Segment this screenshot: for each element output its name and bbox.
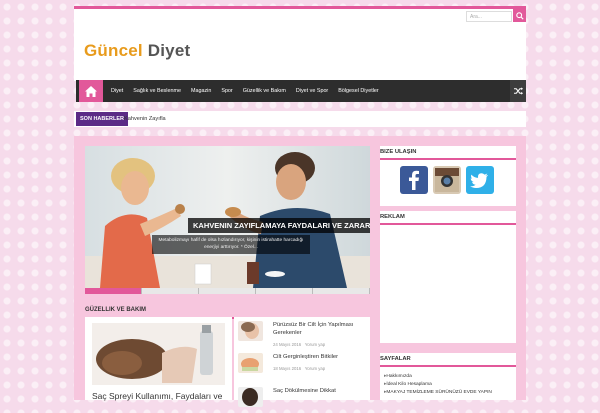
instagram-icon xyxy=(435,168,459,192)
featured-post[interactable]: Saç Spreyi Kullanımı, Faydaları ve xyxy=(85,317,232,401)
nav-item-bolgesel[interactable]: Bölgesel Diyetler xyxy=(333,80,383,102)
list-item[interactable]: Saç Dökülmesine Dikkat xyxy=(238,387,366,413)
facebook-icon xyxy=(409,170,419,190)
post-meta: 18 Mayıs 2016 Yorum yap xyxy=(273,366,325,371)
home-icon xyxy=(85,85,97,97)
post-date: 24 Mayıs 2016 xyxy=(273,342,302,347)
breaking-news-bar: Son Haberler Kahvenin Zayıfla xyxy=(74,111,526,127)
pages-list: Hakkımızda İdeal Kilo Hesaplama MAKYAJ T… xyxy=(384,373,492,397)
logo-part-2: Diyet xyxy=(147,41,191,60)
nav-item-spor[interactable]: Spor xyxy=(216,80,237,102)
top-bar: Ara... xyxy=(74,6,526,25)
breaking-news-link[interactable]: Kahvenin Zayıfla xyxy=(124,111,166,127)
list-item[interactable]: Cilt Gerginleştiren Bitkiler 18 Mayıs 20… xyxy=(238,353,366,379)
widget-title: Bize Ulaşın xyxy=(380,146,516,160)
ads-widget: Reklam xyxy=(380,211,516,343)
twitter-icon xyxy=(470,173,488,188)
list-item[interactable]: Pürüzsüz Bir Cilt İçin Yapılması Gereken… xyxy=(238,321,366,347)
widget-title: Reklam xyxy=(380,211,516,225)
search-button[interactable] xyxy=(513,9,526,22)
instagram-button[interactable] xyxy=(433,166,461,194)
slider-dot[interactable] xyxy=(313,288,370,294)
search-input[interactable]: Ara... xyxy=(466,11,512,22)
nav-item-diyet[interactable]: Diyet xyxy=(106,80,128,102)
home-button[interactable] xyxy=(79,80,103,102)
site-header: Güncel Diyet xyxy=(74,25,526,81)
main-nav: Diyet Sağlık ve Beslenme Magazin Spor Gü… xyxy=(76,80,526,102)
facebook-button[interactable] xyxy=(400,166,428,194)
post-comments[interactable]: Yorum yap xyxy=(305,366,325,371)
nav-item-saglik[interactable]: Sağlık ve Beslenme xyxy=(128,80,186,102)
twitter-button[interactable] xyxy=(466,166,494,194)
site-logo[interactable]: Güncel Diyet xyxy=(84,41,190,61)
featured-slider[interactable]: Kahvenin Zayıflamaya Faydaları ve Zararl… xyxy=(85,146,370,294)
breaking-news-label: Son Haberler xyxy=(76,112,129,126)
post-comments[interactable]: Yorum yap xyxy=(305,342,325,347)
featured-post-image[interactable] xyxy=(92,323,225,385)
widget-title: Sayfalar xyxy=(380,353,516,367)
post-thumbnail[interactable] xyxy=(238,353,263,373)
post-thumbnail[interactable] xyxy=(238,321,263,341)
post-thumbnail[interactable] xyxy=(238,387,263,407)
logo-part-1: Güncel xyxy=(84,41,143,60)
post-list: Pürüzsüz Bir Cilt İçin Yapılması Gereken… xyxy=(234,317,370,407)
slider-pager xyxy=(85,288,370,294)
slider-dot[interactable] xyxy=(85,288,142,294)
shuffle-icon xyxy=(513,87,523,95)
slider-description: Metabolizmayı hafif de olsa hızlandırıyo… xyxy=(152,235,310,254)
slider-dot[interactable] xyxy=(142,288,199,294)
post-title[interactable]: Cilt Gerginleştiren Bitkiler xyxy=(273,353,365,361)
nav-item-guzellik[interactable]: Güzellik ve Bakım xyxy=(238,80,291,102)
post-date: 18 Mayıs 2016 xyxy=(273,366,302,371)
slider-image[interactable] xyxy=(85,146,370,288)
social-widget: Bize Ulaşın xyxy=(380,146,516,206)
slider-dot[interactable] xyxy=(256,288,313,294)
search-icon xyxy=(515,11,524,20)
post-title[interactable]: Saç Dökülmesine Dikkat xyxy=(273,387,365,395)
post-meta: 24 Mayıs 2016 Yorum yap xyxy=(273,342,325,347)
slider-title[interactable]: Kahvenin Zayıflamaya Faydaları ve Zararl… xyxy=(188,218,370,233)
nav-item-diyet-spor[interactable]: Diyet ve Spor xyxy=(291,80,333,102)
slider-dot[interactable] xyxy=(199,288,256,294)
random-post-button[interactable] xyxy=(510,80,526,102)
nav-item-magazin[interactable]: Magazin xyxy=(186,80,216,102)
pages-widget: Sayfalar Hakkımızda İdeal Kilo Hesaplama… xyxy=(380,353,516,400)
page-link[interactable]: MAKYAJ TEMİZLEME SÜRÜNÜZÜ EVDE YAPIN xyxy=(384,389,491,397)
page-link[interactable]: Hakkımızda xyxy=(384,373,492,381)
post-title[interactable]: Pürüzsüz Bir Cilt İçin Yapılması Gereken… xyxy=(273,321,365,337)
page-link[interactable]: İdeal Kilo Hesaplama xyxy=(384,381,492,389)
